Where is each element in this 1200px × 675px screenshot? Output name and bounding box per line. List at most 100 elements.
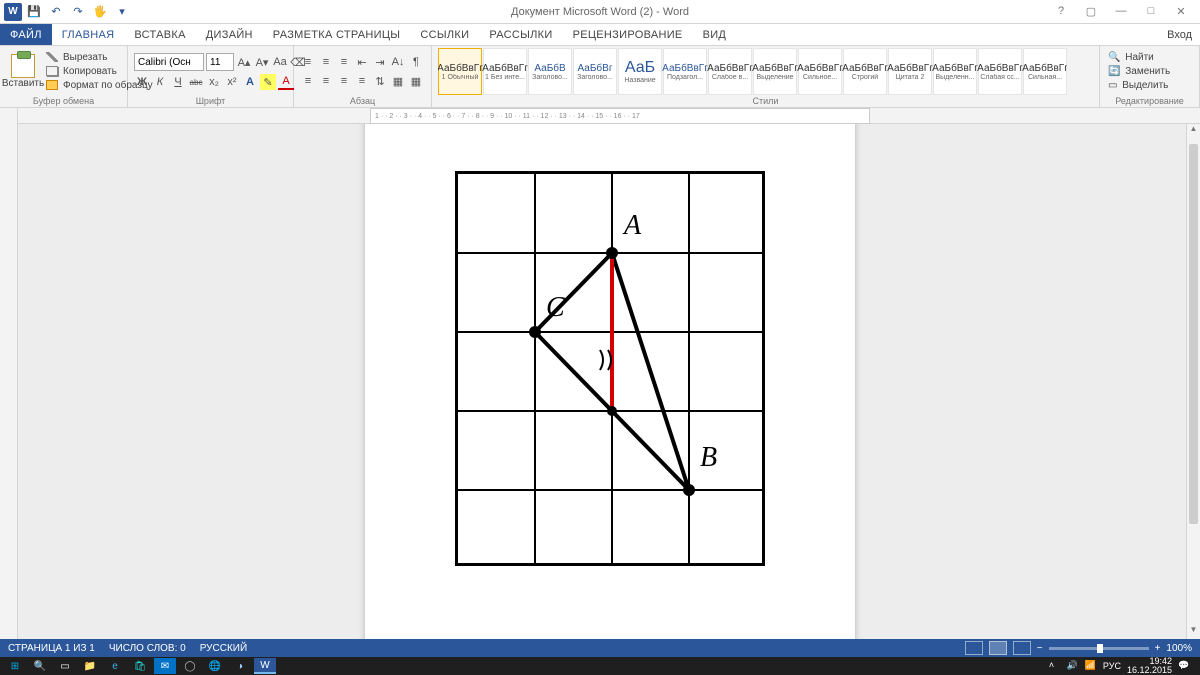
strike-button[interactable]: abc bbox=[188, 74, 204, 90]
multilevel-button[interactable]: ≡ bbox=[336, 54, 352, 70]
style-item-5[interactable]: АаБбВвГгПодзагол... bbox=[663, 48, 707, 95]
tray-notifications-icon[interactable]: 💬 bbox=[1178, 660, 1190, 672]
numbering-button[interactable]: ≡ bbox=[318, 54, 334, 70]
styles-gallery[interactable]: АаБбВвГг1 ОбычныйАаБбВвГг1 Без инте...Аа… bbox=[438, 48, 1067, 95]
sort-button[interactable]: A↓ bbox=[390, 54, 406, 70]
style-item-13[interactable]: АаБбВвГгСильная... bbox=[1023, 48, 1067, 95]
font-size-input[interactable] bbox=[206, 53, 234, 71]
style-item-6[interactable]: АаБбВвГгСлабое в... bbox=[708, 48, 752, 95]
tab-references[interactable]: ССЫЛКИ bbox=[410, 24, 479, 45]
task-mail[interactable]: ✉ bbox=[154, 658, 176, 674]
close-button[interactable]: ✕ bbox=[1168, 5, 1194, 18]
style-item-0[interactable]: АаБбВвГг1 Обычный bbox=[438, 48, 482, 95]
task-search[interactable]: 🔍 bbox=[29, 658, 51, 674]
task-store[interactable]: 🛍 bbox=[129, 658, 151, 674]
tray-up-icon[interactable]: ˄ bbox=[1049, 660, 1061, 672]
style-item-12[interactable]: АаБбВвГгСлабая сс... bbox=[978, 48, 1022, 95]
zoom-value[interactable]: 100% bbox=[1166, 643, 1192, 654]
qat-more-button[interactable]: ▾ bbox=[112, 2, 132, 22]
highlight-button[interactable]: ✎ bbox=[260, 74, 276, 90]
horizontal-ruler[interactable]: 1 · · 2 · · 3 · · 4 · · 5 · · 6 · · 7 · … bbox=[370, 108, 870, 124]
minimize-button[interactable]: — bbox=[1108, 5, 1134, 18]
tab-review[interactable]: РЕЦЕНЗИРОВАНИЕ bbox=[563, 24, 693, 45]
ribbon-options-button[interactable]: ▢ bbox=[1078, 5, 1104, 18]
view-web-button[interactable] bbox=[1013, 641, 1031, 655]
view-read-button[interactable] bbox=[965, 641, 983, 655]
style-item-8[interactable]: АаБбВвГгСильное... bbox=[798, 48, 842, 95]
tab-home[interactable]: ГЛАВНАЯ bbox=[52, 24, 125, 45]
status-word-count[interactable]: ЧИСЛО СЛОВ: 0 bbox=[109, 643, 186, 654]
signin-link[interactable]: Вход bbox=[1159, 24, 1200, 45]
style-item-1[interactable]: АаБбВвГг1 Без инте... bbox=[483, 48, 527, 95]
scroll-up-button[interactable]: ▲ bbox=[1187, 124, 1200, 138]
zoom-in-button[interactable]: + bbox=[1155, 643, 1161, 654]
qat-undo-button[interactable]: ↶ bbox=[46, 2, 66, 22]
shrink-font-button[interactable]: A▾ bbox=[254, 54, 270, 70]
borders-button[interactable]: ▦ bbox=[408, 73, 424, 89]
tab-design[interactable]: ДИЗАЙН bbox=[196, 24, 263, 45]
style-item-10[interactable]: АаБбВвГгЦитата 2 bbox=[888, 48, 932, 95]
font-color-button[interactable]: A bbox=[278, 74, 294, 90]
underline-button[interactable]: Ч bbox=[170, 74, 186, 90]
task-app1[interactable]: ◯ bbox=[179, 658, 201, 674]
bullets-button[interactable]: ≡ bbox=[300, 54, 316, 70]
replace-button[interactable]: 🔄 Заменить bbox=[1106, 65, 1174, 78]
task-explorer[interactable]: 📁 bbox=[79, 658, 101, 674]
tray-volume-icon[interactable]: 🔊 bbox=[1067, 660, 1079, 672]
tray-language[interactable]: РУС bbox=[1103, 661, 1121, 671]
tray-network-icon[interactable]: 📶 bbox=[1085, 660, 1097, 672]
qat-redo-button[interactable]: ↷ bbox=[68, 2, 88, 22]
status-page[interactable]: СТРАНИЦА 1 ИЗ 1 bbox=[8, 643, 95, 654]
status-language[interactable]: РУССКИЙ bbox=[200, 643, 247, 654]
bold-button[interactable]: Ж bbox=[134, 74, 150, 90]
tab-file[interactable]: ФАЙЛ bbox=[0, 24, 52, 45]
maximize-button[interactable]: □ bbox=[1138, 5, 1164, 18]
task-app2[interactable]: ◑ bbox=[229, 658, 251, 674]
vertical-scrollbar[interactable]: ▲ ▼ bbox=[1186, 124, 1200, 639]
increase-indent-button[interactable]: ⇥ bbox=[372, 54, 388, 70]
qat-touch-button[interactable]: 🖐 bbox=[90, 2, 110, 22]
task-view[interactable]: ▭ bbox=[54, 658, 76, 674]
line-spacing-button[interactable]: ⇅ bbox=[372, 73, 388, 89]
scroll-thumb[interactable] bbox=[1189, 144, 1198, 524]
tray-clock[interactable]: 19:42 16.12.2015 bbox=[1127, 657, 1172, 675]
align-center-button[interactable]: ≡ bbox=[318, 73, 334, 89]
select-button[interactable]: ▭ Выделить bbox=[1106, 79, 1174, 92]
font-name-input[interactable] bbox=[134, 53, 204, 71]
decrease-indent-button[interactable]: ⇤ bbox=[354, 54, 370, 70]
task-edge[interactable]: e bbox=[104, 658, 126, 674]
align-left-button[interactable]: ≡ bbox=[300, 73, 316, 89]
task-chrome[interactable]: 🌐 bbox=[204, 658, 226, 674]
justify-button[interactable]: ≡ bbox=[354, 73, 370, 89]
start-button[interactable]: ⊞ bbox=[4, 658, 26, 674]
italic-button[interactable]: К bbox=[152, 74, 168, 90]
vertical-ruler[interactable] bbox=[0, 124, 18, 639]
tab-view[interactable]: ВИД bbox=[693, 24, 737, 45]
tab-layout[interactable]: РАЗМЕТКА СТРАНИЦЫ bbox=[263, 24, 411, 45]
shading-button[interactable]: ▦ bbox=[390, 73, 406, 89]
page[interactable]: A B C bbox=[365, 124, 855, 639]
find-button[interactable]: 🔍 Найти bbox=[1106, 51, 1174, 64]
task-word[interactable]: W bbox=[254, 658, 276, 674]
change-case-button[interactable]: Aa bbox=[272, 54, 288, 70]
text-effects-button[interactable]: A bbox=[242, 74, 258, 90]
style-item-3[interactable]: АаБбВгЗаголово... bbox=[573, 48, 617, 95]
tab-mailings[interactable]: РАССЫЛКИ bbox=[479, 24, 562, 45]
scroll-down-button[interactable]: ▼ bbox=[1187, 625, 1200, 639]
help-button[interactable]: ? bbox=[1048, 5, 1074, 18]
tab-insert[interactable]: ВСТАВКА bbox=[124, 24, 195, 45]
subscript-button[interactable]: x₂ bbox=[206, 74, 222, 90]
align-right-button[interactable]: ≡ bbox=[336, 73, 352, 89]
style-item-4[interactable]: АаБНазвание bbox=[618, 48, 662, 95]
paste-button[interactable]: Вставить bbox=[6, 48, 40, 95]
style-item-11[interactable]: АаБбВвГгВыделенн... bbox=[933, 48, 977, 95]
style-item-2[interactable]: АаБбВЗаголово... bbox=[528, 48, 572, 95]
zoom-thumb[interactable] bbox=[1097, 644, 1103, 653]
style-item-7[interactable]: АаБбВвГгВыделение bbox=[753, 48, 797, 95]
style-item-9[interactable]: АаБбВвГгСтрогий bbox=[843, 48, 887, 95]
superscript-button[interactable]: x² bbox=[224, 74, 240, 90]
zoom-out-button[interactable]: − bbox=[1037, 643, 1043, 654]
drawing-canvas[interactable]: A B C bbox=[455, 171, 765, 566]
show-marks-button[interactable]: ¶ bbox=[408, 54, 424, 70]
qat-save-button[interactable]: 💾 bbox=[24, 2, 44, 22]
